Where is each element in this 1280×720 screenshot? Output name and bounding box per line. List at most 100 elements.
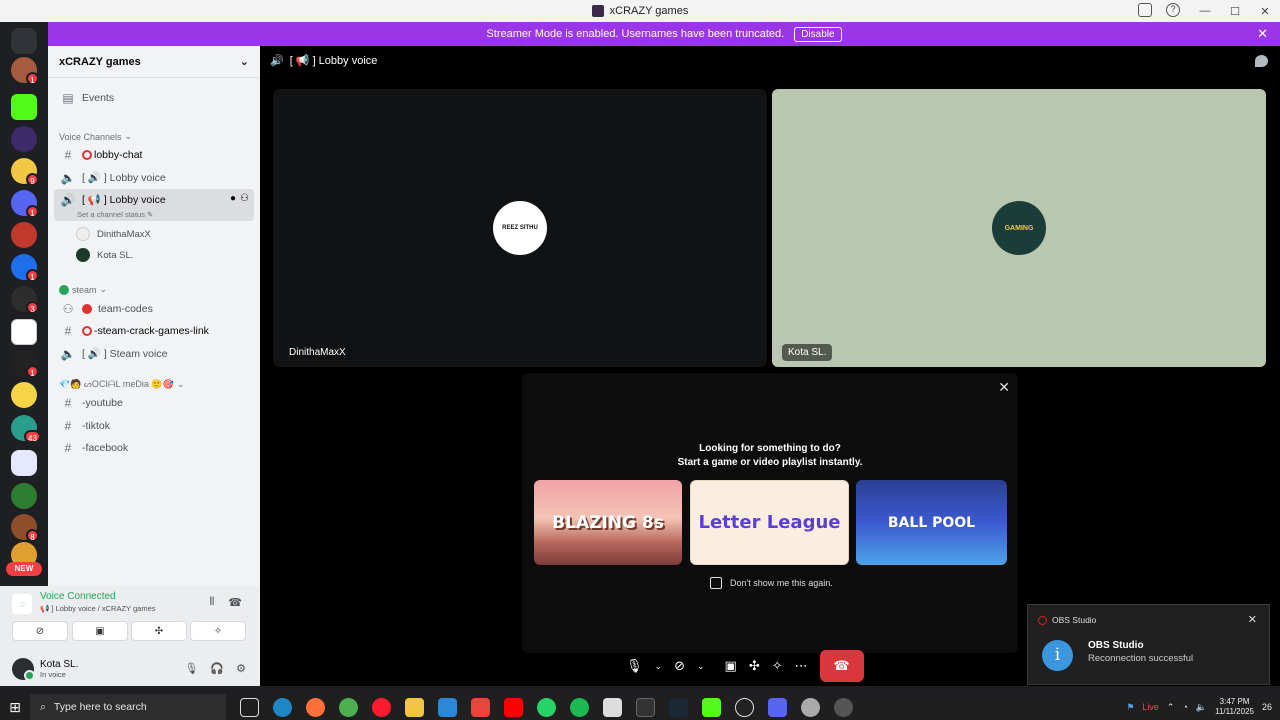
- user-panel[interactable]: Kota SL. In voice: [12, 658, 78, 681]
- app-icon[interactable]: [471, 697, 490, 717]
- network-icon[interactable]: ◔: [1182, 702, 1187, 712]
- add-user-icon[interactable]: ⚇: [240, 193, 249, 204]
- game-card-letter-league[interactable]: Letter League: [690, 480, 849, 565]
- game-card-blazing-8s[interactable]: BLAZING 8s: [534, 480, 682, 565]
- participant-tile[interactable]: GAMING Kota SL.: [772, 89, 1266, 367]
- live-label[interactable]: Live: [1142, 702, 1159, 712]
- game-card-ball-pool[interactable]: BALL POOL: [856, 480, 1007, 565]
- soundboard-button[interactable]: ✧: [190, 621, 246, 641]
- task-view-icon[interactable]: [240, 697, 259, 717]
- voice-connected-subtitle[interactable]: 📢 ] Lobby voice / xCRAZY games: [40, 604, 156, 613]
- disconnect-icon[interactable]: ☎: [228, 596, 242, 609]
- headphones-icon[interactable]: 🎧: [210, 662, 224, 675]
- folder-icon[interactable]: [11, 450, 37, 476]
- settings-icon[interactable]: [834, 697, 853, 717]
- server-icon[interactable]: [11, 319, 37, 345]
- obs-notification[interactable]: OBS Studio ✕ i OBS Studio Reconnection s…: [1027, 604, 1270, 685]
- voice-member[interactable]: Kota SL.: [76, 248, 133, 262]
- volume-icon[interactable]: 🔈: [1196, 702, 1207, 713]
- terminal-icon[interactable]: [636, 697, 655, 717]
- soundboard-icon[interactable]: ✧: [772, 658, 783, 674]
- whatsapp-icon[interactable]: [537, 697, 556, 717]
- channel-lobby-chat[interactable]: # lobby-chat: [54, 144, 254, 165]
- chat-icon[interactable]: ●: [230, 193, 236, 204]
- screen-share-button[interactable]: ▣: [72, 621, 128, 641]
- chevron-down-icon[interactable]: ⌄: [655, 661, 663, 672]
- voice-member[interactable]: DinithaMaxX: [76, 227, 151, 241]
- maximize-button[interactable]: ☐: [1220, 5, 1250, 18]
- server-icon[interactable]: [11, 483, 37, 509]
- channel-status-hint[interactable]: Set a channel status ✎: [77, 210, 153, 219]
- channel-youtube[interactable]: # -youtube: [54, 392, 254, 413]
- close-button[interactable]: ✕: [1250, 5, 1280, 18]
- clock[interactable]: 3:47 PM 11/11/2025: [1215, 697, 1254, 717]
- noise-suppression-icon[interactable]: ⫴: [210, 596, 215, 609]
- close-icon[interactable]: ✕: [1248, 613, 1257, 626]
- file-explorer-icon[interactable]: [405, 697, 424, 717]
- close-icon[interactable]: ✕: [998, 379, 1010, 396]
- edge-icon[interactable]: [273, 697, 292, 717]
- obs-icon[interactable]: [735, 697, 754, 717]
- microphone-icon[interactable]: 🎙: [184, 662, 198, 675]
- kick-icon[interactable]: [702, 697, 721, 717]
- microphone-icon[interactable]: 🎙: [626, 658, 643, 674]
- events-item[interactable]: ▤ Events: [54, 87, 254, 108]
- clock-date: 11/11/2025: [1215, 707, 1254, 716]
- steam-icon[interactable]: [669, 697, 688, 717]
- windows-start-icon[interactable]: ⊞: [0, 699, 30, 716]
- disable-button[interactable]: Disable: [794, 26, 842, 42]
- help-icon[interactable]: ?: [1166, 3, 1180, 17]
- chevron-down-icon[interactable]: ⌄: [697, 661, 705, 672]
- speaker-icon: 🔊: [270, 55, 284, 67]
- more-icon[interactable]: ⋯: [795, 658, 808, 674]
- channel-steam-voice[interactable]: 🔈 [ 🔊 ] Steam voice: [54, 343, 254, 364]
- chat-icon[interactable]: [1255, 55, 1268, 67]
- store-icon[interactable]: [438, 697, 457, 717]
- screen-share-icon[interactable]: ▣: [725, 658, 737, 674]
- home-discord-icon[interactable]: [11, 28, 37, 54]
- obs-icon: [1038, 615, 1047, 625]
- server-icon[interactable]: [11, 94, 37, 120]
- minimize-button[interactable]: —: [1190, 5, 1220, 17]
- weather-icon[interactable]: ⚑: [1126, 702, 1134, 713]
- voice-connected-title[interactable]: Voice Connected: [40, 591, 116, 602]
- banner-close-icon[interactable]: ✕: [1257, 26, 1268, 42]
- app-icon[interactable]: [801, 697, 820, 717]
- activities-icon[interactable]: ✣: [749, 658, 760, 674]
- server-icon[interactable]: [11, 382, 37, 408]
- dont-show-again[interactable]: Don't show me this again.: [710, 577, 833, 589]
- notification-count[interactable]: 26: [1262, 702, 1272, 712]
- inbox-icon[interactable]: [1138, 3, 1152, 17]
- gear-icon[interactable]: ⚙: [236, 662, 246, 675]
- firefox-icon[interactable]: [306, 697, 325, 717]
- camera-off-button[interactable]: ⊘: [12, 621, 68, 641]
- youtube-icon[interactable]: [504, 697, 523, 717]
- server-badge: 8: [26, 529, 39, 542]
- shield-icon[interactable]: [603, 697, 622, 717]
- leave-call-button[interactable]: ☎: [819, 650, 864, 682]
- channel-label: [ 🔊 ] Lobby voice: [82, 172, 166, 184]
- discord-icon[interactable]: [768, 697, 787, 717]
- speaker-icon: 🔈: [60, 346, 76, 361]
- channel-steam-crack-games-link[interactable]: # -steam-crack-games-link: [54, 320, 254, 341]
- category-social-media[interactable]: 💎🧑 ᔕOCIᗩᒪ meDia 🙂🎯 ⌄: [59, 379, 184, 390]
- server-header[interactable]: xCRAZY games ⌄: [48, 46, 260, 78]
- channel-lobby-voice[interactable]: 🔈 [ 🔊 ] Lobby voice: [54, 167, 254, 188]
- taskbar-search[interactable]: ⌕ Type here to search: [30, 694, 226, 720]
- checkbox[interactable]: [710, 577, 722, 589]
- spotify-icon[interactable]: [570, 697, 589, 717]
- chrome-icon[interactable]: [339, 697, 358, 717]
- camera-off-icon[interactable]: ⊘: [674, 658, 685, 674]
- chevron-up-icon[interactable]: ⌃: [1167, 702, 1175, 713]
- server-icon[interactable]: [11, 222, 37, 248]
- category-voice-channels[interactable]: Voice Channels ⌄: [59, 131, 132, 142]
- participant-tile[interactable]: REEZ SITHU DinithaMaxX: [273, 89, 767, 367]
- channel-facebook[interactable]: # -facebook: [54, 437, 254, 458]
- category-steam[interactable]: steam ⌄: [59, 284, 107, 295]
- opera-icon[interactable]: [372, 697, 391, 717]
- streamer-mode-banner: Streamer Mode is enabled. Usernames have…: [48, 22, 1280, 46]
- channel-tiktok[interactable]: # -tiktok: [54, 415, 254, 436]
- activities-button[interactable]: ✣: [131, 621, 187, 641]
- channel-team-codes[interactable]: ⚇ team-codes: [54, 298, 254, 319]
- server-icon[interactable]: [11, 126, 37, 152]
